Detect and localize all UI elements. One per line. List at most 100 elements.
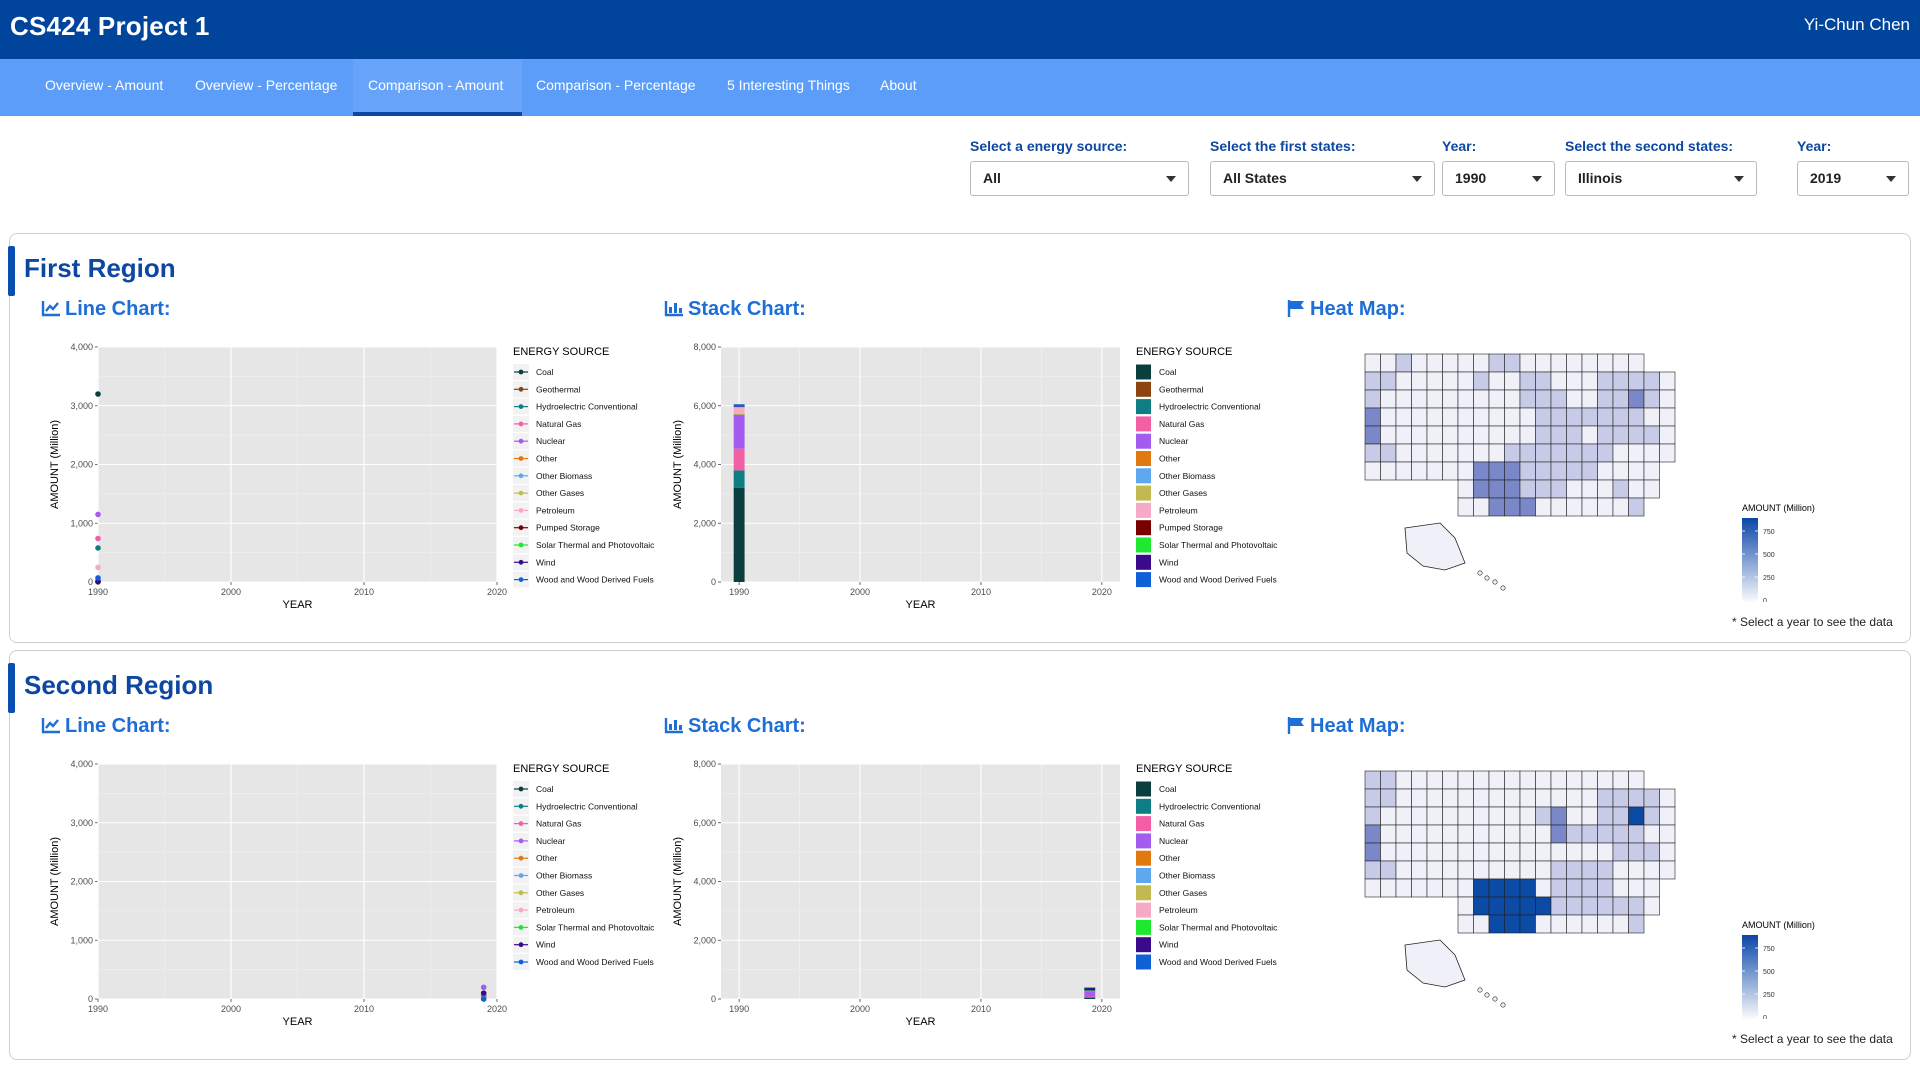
app-header: CS424 Project 1 Yi-Chun Chen [0,0,1920,59]
legend-label-coal: Coal [536,784,554,794]
state-region [1597,824,1614,844]
state-region [1597,371,1614,391]
state-region [1519,788,1536,808]
chevron-down-icon [1412,176,1422,182]
state-region [1395,770,1412,790]
second-year-select[interactable]: 2019 [1797,161,1909,196]
state-region [1457,371,1474,391]
x-tick-label: 2020 [1092,1004,1112,1014]
legend-label-nuclear: Nuclear [1159,836,1188,846]
first-states-select[interactable]: All States [1210,161,1435,196]
y-tick-label: 8,000 [693,759,716,769]
heat-map-legend: AMOUNT (Million) 750 500 250 0 [1742,920,1815,1019]
x-tick-label: 2020 [1092,587,1112,597]
tab-overview-percentage[interactable]: Overview - Percentage [180,59,352,116]
legend-label-nuclear: Nuclear [536,436,565,446]
energy-source-select[interactable]: All [970,161,1189,196]
legend-dot-hydroelectric-conventional [518,404,524,409]
state-region [1380,860,1397,880]
legend-label-wood-and-wood-derived-fuels: Wood and Wood Derived Fuels [1159,575,1277,585]
legend-label-natural-gas: Natural Gas [1159,419,1204,429]
state-region [1395,407,1412,427]
state-region [1364,860,1381,880]
state-region [1426,770,1443,790]
state-region [1488,788,1505,808]
heat-map-title: Heat Map: [1286,715,1406,738]
tab-overview-amount[interactable]: Overview - Amount [30,59,178,116]
stack-chart-title: Stack Chart: [664,715,806,738]
state-region [1411,788,1428,808]
legend-title: ENERGY SOURCE [1136,346,1232,358]
state-region [1504,824,1521,844]
tab-about[interactable]: About [865,59,932,116]
legend-swatch-hydroelectric-conventional [1136,399,1151,415]
state-region [1442,371,1459,391]
heat-map-title: Heat Map: [1286,298,1406,321]
state-region [1488,443,1505,463]
legend-label-wood-and-wood-derived-fuels: Wood and Wood Derived Fuels [1159,957,1277,967]
legend-dot-nuclear [518,838,524,844]
state-region [1364,407,1381,427]
state-region [1442,425,1459,445]
state-region [1659,371,1676,391]
stack-chart-title: Stack Chart: [664,298,806,321]
tab-comparison-percentage[interactable]: Comparison - Percentage [521,59,711,116]
data-point-nuclear [480,984,487,991]
state-region [1612,896,1629,916]
legend-title: ENERGY SOURCE [1136,763,1232,775]
state-region [1519,497,1536,517]
y-tick-label: 8,000 [693,342,716,352]
second-states-select[interactable]: Illinois [1565,161,1757,196]
legend-title: ENERGY SOURCE [513,763,609,775]
legend-swatch-petroleum [1136,902,1151,918]
heat-map-note: * Select a year to see the data [1732,1032,1893,1046]
legend-tick-label: 250 [1763,575,1775,582]
chevron-down-icon [1532,176,1542,182]
state-region [1380,842,1397,862]
state-region [1597,497,1614,517]
state-region [1597,806,1614,826]
state-region [1643,425,1660,445]
state-region [1550,878,1567,898]
first-year-select[interactable]: 1990 [1442,161,1555,196]
line-chart-second-region: 0 1,000 2,000 3,000 4,000 1990 2000 2010 2020 YEA… [49,759,655,1028]
legend-swatch-solar-thermal-and-photovoltaic [1136,919,1151,935]
x-tick-label: 2010 [971,587,991,597]
state-region [1612,461,1629,481]
data-point-coal [95,391,101,397]
tab-comparison-amount[interactable]: Comparison - Amount [353,59,522,116]
bar-segment-solar-thermal-and-photovoltaic [1084,990,1096,992]
legend-swatch-nuclear [1136,833,1151,849]
state-region [1457,878,1474,898]
bar-chart-icon [664,301,683,317]
legend-label-coal: Coal [536,367,554,377]
state-region [1364,461,1381,481]
stack-chart-second-region: 0 2,000 4,000 6,000 8,000 1990 2000 2010 2020 YEA… [672,759,1278,1028]
state-region [1488,770,1505,790]
legend-dot-solar-thermal-and-photovoltaic [518,925,524,930]
state-region [1659,425,1676,445]
legend-swatch-coal [1136,364,1151,380]
state-region-hawaii [1500,1002,1506,1008]
stack-chart-first-region: 0 2,000 4,000 6,000 8,000 1990 2000 2010 2020 YEA… [672,342,1278,611]
y-tick-label: 2,000 [693,935,716,945]
flag-icon [1287,300,1304,317]
state-region [1612,824,1629,844]
legend-label-other: Other [536,853,557,863]
state-region [1535,497,1552,517]
state-region [1519,479,1536,499]
x-axis-label: YEAR [906,1016,936,1028]
state-region [1550,842,1567,862]
legend-dot-wood-and-wood-derived-fuels [518,577,524,582]
state-region [1659,860,1676,880]
legend-tick-label: 0 [1763,1015,1767,1019]
x-tick-label: 1990 [88,587,108,597]
state-region [1597,407,1614,427]
state-region [1395,788,1412,808]
state-region [1364,842,1381,862]
state-region [1380,824,1397,844]
state-region [1364,788,1381,808]
data-point-wood-and-wood-derived-fuels [95,575,101,581]
tab-5-interesting-things[interactable]: 5 Interesting Things [712,59,865,116]
state-region [1535,806,1552,826]
